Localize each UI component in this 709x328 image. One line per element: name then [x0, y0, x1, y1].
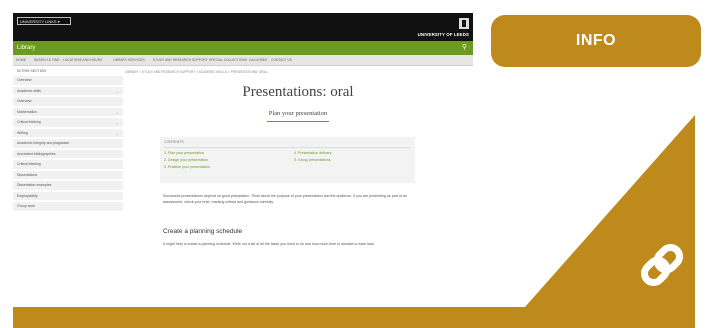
gold-corner-triangle	[525, 115, 695, 307]
link-icon[interactable]	[635, 238, 689, 292]
gold-footer-bar	[13, 307, 695, 328]
